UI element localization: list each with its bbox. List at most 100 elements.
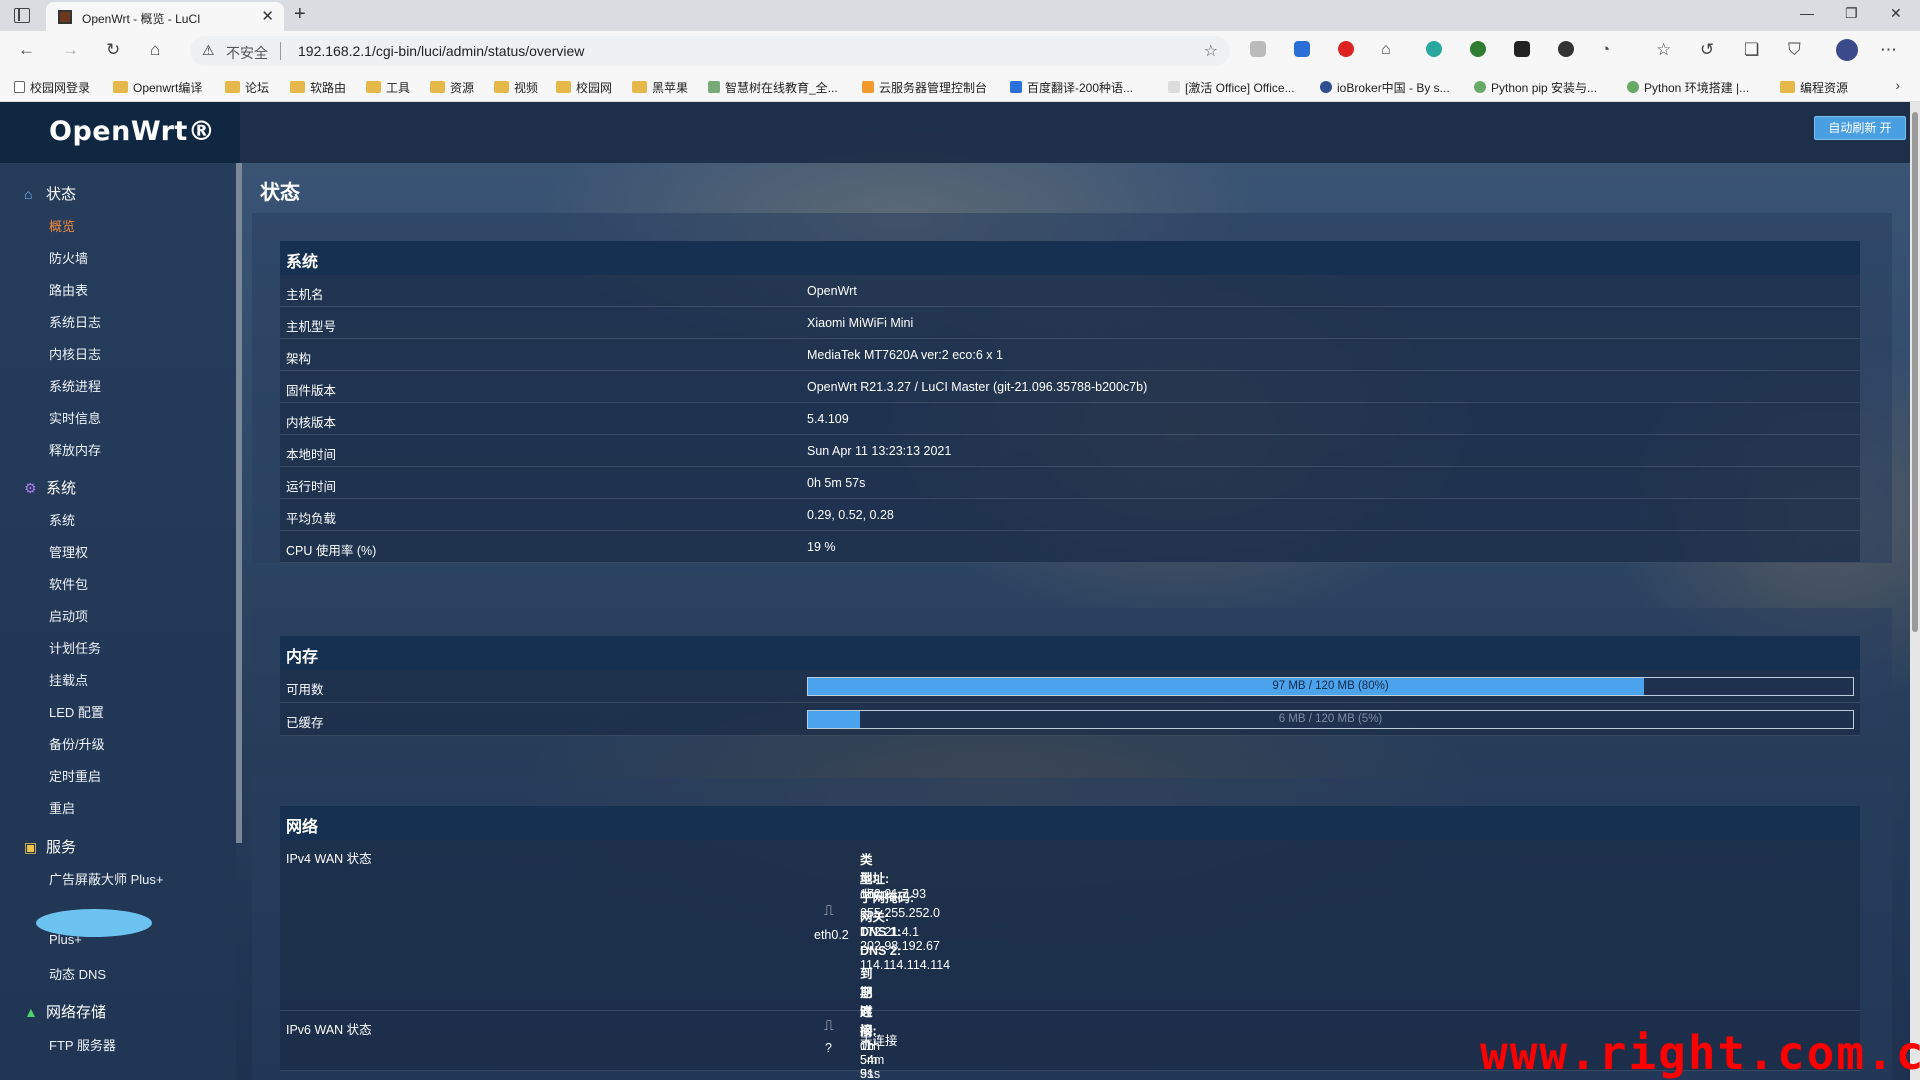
sidebar-item-packages[interactable]: 软件包 bbox=[49, 574, 88, 593]
bookmark-item[interactable]: ioBroker中国 - By s... bbox=[1320, 79, 1450, 96]
tab-close-icon[interactable]: ✕ bbox=[261, 7, 274, 25]
sidebar-item-routes[interactable]: 路由表 bbox=[49, 280, 88, 299]
site-icon bbox=[862, 81, 874, 93]
url-text[interactable]: 192.168.2.1/cgi-bin/luci/admin/status/ov… bbox=[298, 43, 584, 59]
sidebar-category-status[interactable]: ⌂ 状态 bbox=[24, 183, 76, 204]
home-extension-icon[interactable]: ⌂ bbox=[1381, 40, 1391, 60]
sidebar-item-led[interactable]: LED 配置 bbox=[49, 702, 104, 721]
sidebar-item-overview[interactable]: 概览 bbox=[49, 216, 75, 235]
sidebar-item-backup[interactable]: 备份/升级 bbox=[49, 734, 105, 753]
close-window-icon[interactable]: ✕ bbox=[1890, 5, 1902, 22]
bookmark-folder[interactable]: 视频 bbox=[494, 79, 538, 96]
site-icon bbox=[1474, 81, 1486, 93]
favorites-icon[interactable]: ☆ bbox=[1656, 40, 1671, 60]
bookmark-folder[interactable]: 校园网 bbox=[556, 79, 612, 96]
browser-tabstrip: OpenWrt - 概览 - LuCI ✕ + — ❐ ✕ bbox=[0, 0, 1920, 31]
home-icon: ⌂ bbox=[24, 186, 33, 202]
sidebar-item-adblock-plus[interactable]: 广告屏蔽大师 Plus+ bbox=[49, 869, 164, 888]
bookmark-folder[interactable]: 软路由 bbox=[290, 79, 346, 96]
bookmark-item[interactable]: Python pip 安装与... bbox=[1474, 79, 1597, 96]
security-label[interactable]: 不安全 bbox=[226, 43, 268, 63]
sidebar-item-ftp[interactable]: FTP 服务器 bbox=[49, 1035, 116, 1054]
sidebar-item-realtime[interactable]: 实时信息 bbox=[49, 408, 101, 427]
page-scrollbar-thumb[interactable] bbox=[1912, 112, 1918, 632]
forward-icon[interactable]: → bbox=[62, 40, 79, 60]
folder-icon bbox=[494, 81, 509, 93]
restore-icon[interactable]: ❐ bbox=[1845, 5, 1858, 22]
address-bar[interactable]: ⚠ 不安全 192.168.2.1/cgi-bin/luci/admin/sta… bbox=[190, 36, 1230, 66]
row-key: 架构 bbox=[286, 352, 312, 366]
ipv4-detail-line: 已连接: 0h 5m 9s bbox=[860, 986, 878, 1080]
sidebar-item-firewall[interactable]: 防火墙 bbox=[49, 248, 88, 267]
minimize-icon[interactable]: — bbox=[1800, 5, 1814, 21]
collections-icon[interactable]: ❏ bbox=[1744, 40, 1759, 60]
sidebar-item-scheduled-reboot[interactable]: 定时重启 bbox=[49, 766, 101, 785]
sidebar-item-ddns[interactable]: 动态 DNS bbox=[49, 964, 106, 983]
services-icon: ▣ bbox=[24, 839, 38, 855]
bookmark-folder[interactable]: 黑苹果 bbox=[632, 79, 688, 96]
tab-title: OpenWrt - 概览 - LuCI bbox=[82, 12, 201, 26]
bookmark-item[interactable]: 百度翻译-200种语... bbox=[1010, 79, 1133, 96]
bookmark-folder[interactable]: 论坛 bbox=[225, 79, 269, 96]
sidebar-scrollbar[interactable] bbox=[236, 163, 242, 843]
logo[interactable]: OpenWrt® bbox=[0, 102, 240, 163]
sidebar-category-nas[interactable]: ▲ 网络存储 bbox=[24, 1001, 106, 1022]
bookmark-folder[interactable]: 工具 bbox=[366, 79, 410, 96]
table-row: 内核版本 5.4.109 bbox=[280, 403, 1860, 435]
browser-toolbar: ← → ↻ ⌂ ⚠ 不安全 192.168.2.1/cgi-bin/luci/a… bbox=[0, 31, 1920, 71]
sidebar: ⌂ 状态 概览 防火墙 路由表 系统日志 内核日志 系统进程 实时信息 释放内存 … bbox=[0, 163, 236, 1080]
favorite-star-icon[interactable]: ☆ bbox=[1204, 41, 1218, 61]
panel-title: 系统 bbox=[286, 254, 319, 271]
bookmark-item[interactable]: 云服务器管理控制台 bbox=[862, 79, 987, 96]
security-shield-icon[interactable]: ⛉ bbox=[1788, 40, 1801, 60]
more-menu-icon[interactable]: ⋯ bbox=[1880, 40, 1897, 60]
page-header bbox=[0, 102, 1920, 163]
home-icon[interactable]: ⌂ bbox=[150, 40, 160, 60]
profile-avatar[interactable] bbox=[1836, 39, 1858, 61]
back-icon[interactable]: ← bbox=[18, 40, 35, 60]
sidebar-item-kernel-log[interactable]: 内核日志 bbox=[49, 344, 101, 363]
row-value: 0h 5m 57s bbox=[807, 476, 866, 490]
sidebar-item-mounts[interactable]: 挂载点 bbox=[49, 670, 88, 689]
sidebar-item-reboot[interactable]: 重启 bbox=[49, 798, 75, 817]
extension-icon[interactable] bbox=[1426, 41, 1442, 57]
bookmark-item[interactable]: Python 环境搭建 |... bbox=[1627, 79, 1749, 96]
bookmark-item[interactable]: [激活 Office] Office... bbox=[1168, 79, 1295, 96]
panel-title: 内存 bbox=[286, 649, 319, 666]
sidebar-item-admin[interactable]: 管理权 bbox=[49, 542, 88, 561]
router-page: OpenWrt® 自动刷新 开 ⌂ 状态 概览 防火墙 路由表 系统日志 内核日志… bbox=[0, 102, 1920, 1080]
extension-icon[interactable] bbox=[1470, 41, 1486, 57]
sidebar-item-startup[interactable]: 启动项 bbox=[49, 606, 88, 625]
extension-icon[interactable] bbox=[1250, 41, 1266, 57]
new-tab-button[interactable]: + bbox=[294, 3, 306, 26]
row-value: Xiaomi MiWiFi Mini bbox=[807, 316, 914, 330]
warning-icon[interactable]: ⚠ bbox=[202, 42, 215, 59]
extension-icon[interactable] bbox=[1514, 41, 1530, 57]
table-row: 主机型号 Xiaomi MiWiFi Mini bbox=[280, 307, 1860, 339]
table-row: 已缓存 6 MB / 120 MB (5%) bbox=[280, 703, 1860, 736]
tab-actions-icon[interactable] bbox=[14, 8, 30, 23]
sidebar-item-system[interactable]: 系统 bbox=[49, 510, 75, 529]
history-icon[interactable]: ↺ bbox=[1700, 40, 1714, 60]
bookmark-item[interactable]: 智慧树在线教育_全... bbox=[708, 79, 838, 96]
bookmark-item[interactable]: 校园网登录 bbox=[14, 79, 90, 96]
extension-icon[interactable] bbox=[1558, 41, 1574, 57]
sidebar-item-free-memory[interactable]: 释放内存 bbox=[49, 440, 101, 459]
auto-refresh-button[interactable]: 自动刷新 开 bbox=[1814, 116, 1906, 140]
sidebar-item-crontab[interactable]: 计划任务 bbox=[49, 638, 101, 657]
chevron-right-icon[interactable]: › bbox=[1895, 77, 1900, 93]
adblock-extension-icon[interactable] bbox=[1338, 41, 1354, 57]
bookmark-folder[interactable]: 编程资源 bbox=[1780, 79, 1848, 96]
browser-tab[interactable]: OpenWrt - 概览 - LuCI ✕ bbox=[46, 2, 284, 31]
row-value: Sun Apr 11 13:23:13 2021 bbox=[807, 444, 952, 458]
sidebar-category-system[interactable]: ⚙ 系统 bbox=[24, 477, 76, 498]
bookmark-folder[interactable]: Openwrt编译 bbox=[113, 79, 202, 96]
bookmark-folder[interactable]: 资源 bbox=[430, 79, 474, 96]
sidebar-item-syslog[interactable]: 系统日志 bbox=[49, 312, 101, 331]
translate-extension-icon[interactable] bbox=[1294, 41, 1310, 57]
row-key: 平均负载 bbox=[286, 512, 337, 526]
sidebar-category-services[interactable]: ▣ 服务 bbox=[24, 836, 76, 857]
speed-icon[interactable]: ◔ bbox=[1601, 40, 1610, 60]
reload-icon[interactable]: ↻ bbox=[106, 40, 120, 60]
sidebar-item-processes[interactable]: 系统进程 bbox=[49, 376, 101, 395]
